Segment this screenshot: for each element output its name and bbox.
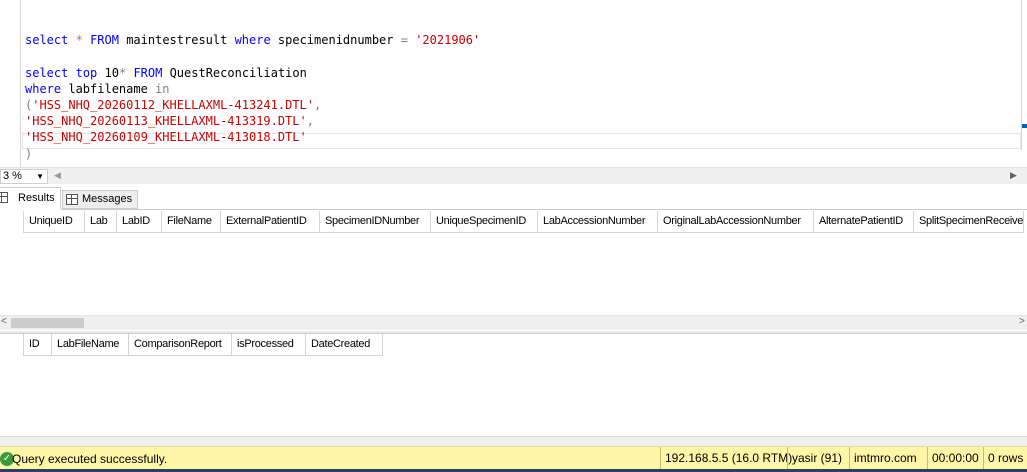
editor-gutter-divider xyxy=(20,0,21,167)
status-message: Query executed successfully. xyxy=(12,452,168,466)
code-token: 10 xyxy=(97,65,119,80)
column-header[interactable]: SpecimenIDNumber xyxy=(320,211,431,233)
chevron-down-icon[interactable]: ▼ xyxy=(36,170,44,183)
code-token: 'HSS_NHQ_20260113_KHELLAXML-413319.DTL' xyxy=(25,114,307,129)
column-header[interactable]: ExternalPatientID xyxy=(221,211,320,233)
code-line[interactable]: 'HSS_NHQ_20260113_KHELLAXML-413319.DTL', xyxy=(25,113,480,129)
zoom-value: 3 % xyxy=(3,170,22,182)
column-header[interactable]: OriginalLabAccessionNumber xyxy=(658,211,814,233)
code-token: * xyxy=(75,33,83,48)
code-line[interactable]: select top 10* FROM QuestReconciliation xyxy=(25,65,480,81)
code-token: , xyxy=(314,97,322,112)
results-grid-1[interactable]: UniqueID Lab LabID FileName ExternalPatientI… xyxy=(0,210,1027,315)
status-user: yasir (91) xyxy=(787,447,849,469)
code-token: labfilename xyxy=(61,81,156,96)
column-header[interactable]: DateCreated xyxy=(306,334,383,356)
grid-corner[interactable] xyxy=(0,334,24,356)
code-token: 'HSS_NHQ_20260109_KHELLAXML-413018.DTL' xyxy=(25,130,307,145)
code-line[interactable]: where labfilename in xyxy=(25,81,480,97)
grid-header-row: UniqueID Lab LabID FileName ExternalPatientI… xyxy=(0,211,1024,233)
code-token: , xyxy=(306,114,314,129)
grid1-horizontal-scrollbar[interactable]: < > xyxy=(0,315,1027,330)
code-token: 'HSS_NHQ_20260112_KHELLAXML-413241.DTL' xyxy=(32,97,314,112)
column-header[interactable]: LabAccessionNumber xyxy=(538,211,658,233)
tab-messages-label: Messages xyxy=(82,193,133,205)
code-token: select xyxy=(25,65,69,80)
code-line[interactable]: ('HSS_NHQ_20260112_KHELLAXML-413241.DTL'… xyxy=(25,97,480,113)
code-token: specimenidnumber xyxy=(270,33,401,48)
messages-icon xyxy=(66,194,78,205)
zoom-select[interactable]: 3 % ▼ xyxy=(0,169,48,184)
scrollbar-thumb[interactable] xyxy=(11,318,84,328)
scroll-left-icon[interactable]: < xyxy=(1,316,7,327)
scroll-right-icon[interactable]: > xyxy=(1019,316,1025,327)
column-header[interactable]: isProcessed xyxy=(232,334,306,356)
code-token: where xyxy=(234,33,271,48)
code-token: ) xyxy=(25,146,33,161)
editor-scroll-marker xyxy=(1022,124,1027,128)
code-token: select xyxy=(25,33,69,48)
code-line[interactable]: 'HSS_NHQ_20260109_KHELLAXML-413018.DTL' xyxy=(25,129,480,145)
code-line[interactable]: ) xyxy=(25,146,480,162)
grid-corner[interactable] xyxy=(0,211,24,233)
code-token: in xyxy=(155,81,170,96)
tab-results[interactable]: Results xyxy=(0,187,61,210)
code-token: top xyxy=(75,65,98,80)
code-token: QuestReconciliation xyxy=(162,65,307,80)
code-token: FROM xyxy=(133,65,163,80)
column-header[interactable]: ComparisonReport xyxy=(129,334,232,356)
code-line[interactable] xyxy=(25,48,480,64)
column-header[interactable]: FileName xyxy=(162,211,221,233)
status-elapsed: 00:00:00 xyxy=(927,447,983,469)
scroll-left-icon[interactable]: ◀ xyxy=(54,170,61,181)
results-tab-strip: Results Messages xyxy=(0,184,1027,210)
code-token: = xyxy=(400,33,408,48)
code-token: maintestresult xyxy=(118,33,235,48)
scroll-right-icon[interactable]: ▶ xyxy=(1010,170,1017,181)
grid-header-row: ID LabFileName ComparisonReport isProcessed… xyxy=(0,334,383,356)
query-editor[interactable]: select * FROM maintestresult where speci… xyxy=(0,0,1027,167)
column-header[interactable]: ID xyxy=(24,334,52,356)
status-server: 192.168.5.5 (16.0 RTM) xyxy=(660,447,792,469)
grid-icon xyxy=(0,192,8,203)
tab-results-label: Results xyxy=(18,192,55,204)
status-rows: 0 rows xyxy=(983,447,1027,469)
code-token: FROM xyxy=(90,33,119,48)
code-line[interactable] xyxy=(25,16,480,32)
column-header[interactable]: UniqueID xyxy=(24,211,85,233)
code-token: where xyxy=(25,81,62,96)
code-line[interactable]: select * FROM maintestresult where speci… xyxy=(25,32,480,48)
editor-zoom-bar: 3 % ▼ ◀ ▶ xyxy=(0,167,1027,184)
column-header[interactable]: Lab xyxy=(85,211,117,233)
column-header[interactable]: LabID xyxy=(117,211,162,233)
status-database: imtmro.com xyxy=(849,447,927,469)
grid2-bottom-bar xyxy=(0,436,1027,446)
column-header[interactable]: UniqueSpecimenID xyxy=(431,211,538,233)
results-grid-2[interactable]: ID LabFileName ComparisonReport isProcessed… xyxy=(0,334,1027,436)
tab-messages[interactable]: Messages xyxy=(62,190,138,209)
column-header[interactable]: AlternatePatientID xyxy=(814,211,914,233)
code-token: '2021906' xyxy=(415,33,481,48)
sql-code[interactable]: select * FROM maintestresult where speci… xyxy=(25,16,480,162)
column-header[interactable]: LabFileName xyxy=(52,334,129,356)
column-header[interactable]: SplitSpecimenReceive xyxy=(914,211,1024,233)
